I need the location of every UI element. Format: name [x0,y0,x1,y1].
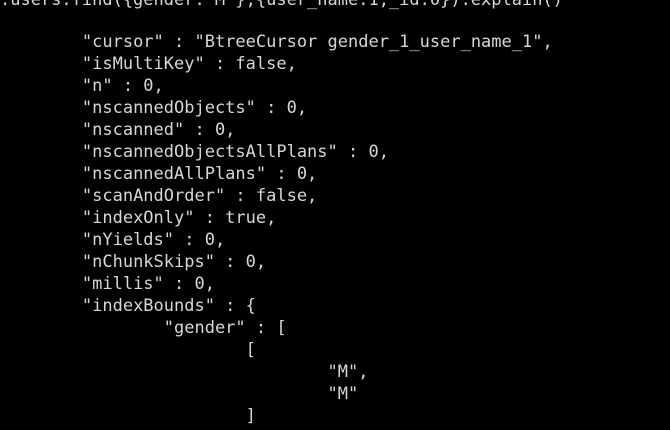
command-line: .users.find({gender:"M"},{user_name:1,_i… [0,0,563,10]
terminal-window[interactable]: .users.find({gender:"M"},{user_name:1,_i… [0,0,670,430]
output-line-bound-lower: "M", [0,362,369,382]
output-line-indexbounds: "indexBounds" : { [0,296,256,316]
output-line-bracket-close: ] [0,406,256,426]
output-line-nscannedobjectsallplans: "nscannedObjectsAllPlans" : 0, [0,142,389,162]
output-line-nscannedobjects: "nscannedObjects" : 0, [0,98,308,118]
output-line-nyields: "nYields" : 0, [0,230,226,250]
output-line-scanandorder: "scanAndOrder" : false, [0,186,318,206]
output-line-nscannedallplans: "nscannedAllPlans" : 0, [0,164,318,184]
output-line-cursor: "cursor" : "BtreeCursor gender_1_user_na… [0,32,553,52]
output-line-n: "n" : 0, [0,76,164,96]
output-line-indexonly: "indexOnly" : true, [0,208,277,228]
output-line-ismultikey: "isMultiKey" : false, [0,54,297,74]
output-line-gender: "gender" : [ [0,318,287,338]
output-line-nscanned: "nscanned" : 0, [0,120,236,140]
output-line-bound-upper: "M" [0,384,359,404]
output-line-bracket-open: [ [0,340,256,360]
output-line-millis: "millis" : 0, [0,274,215,294]
output-line-nchunkskips: "nChunkSkips" : 0, [0,252,267,272]
